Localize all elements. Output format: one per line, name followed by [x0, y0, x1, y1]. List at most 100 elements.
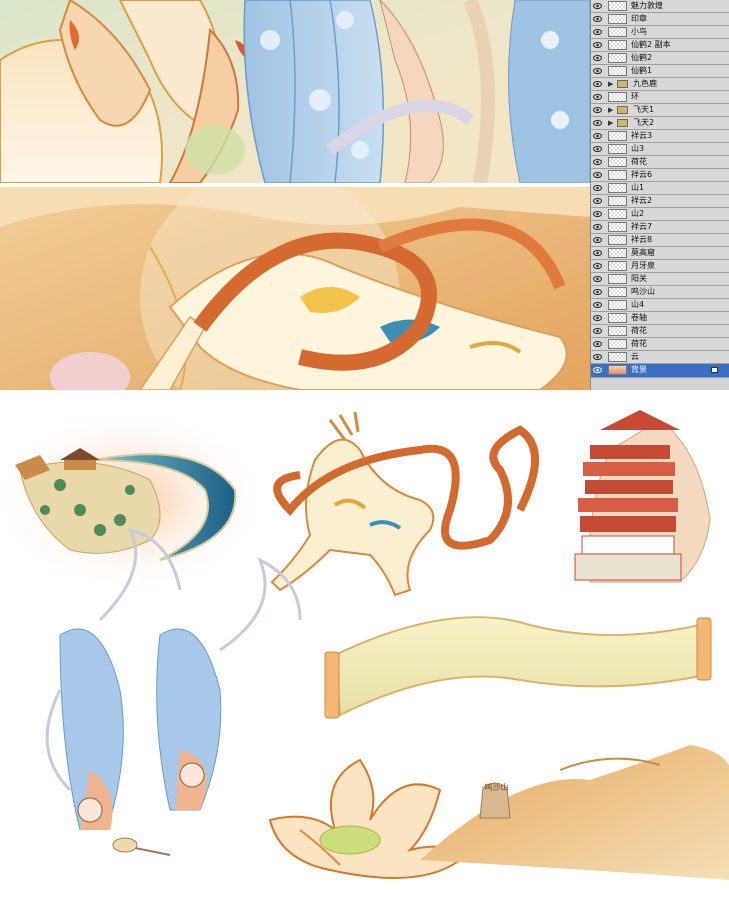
layer-name: 背景: [631, 365, 647, 374]
layer-name: 月牙泉: [631, 261, 655, 270]
artwork-crop-deer: [0, 187, 590, 390]
visibility-eye-icon[interactable]: [593, 197, 602, 205]
visibility-eye-icon[interactable]: [593, 171, 602, 179]
layer-thumbnail: [608, 274, 627, 284]
layer-thumbnail: [608, 1, 627, 11]
expand-triangle-icon[interactable]: ▶: [608, 119, 615, 128]
layer-row-19[interactable]: 祥云8: [591, 234, 729, 247]
layer-row-12[interactable]: 山3: [591, 143, 729, 156]
layer-row-8[interactable]: 环: [591, 91, 729, 104]
layer-row-1[interactable]: 魅力敦煌: [591, 0, 729, 13]
visibility-eye-icon[interactable]: [593, 184, 602, 192]
visibility-eye-icon[interactable]: [593, 54, 602, 62]
layer-group-row-2[interactable]: ▶ 飞天1: [591, 104, 729, 117]
layer-thumbnail: [608, 144, 627, 154]
visibility-eye-icon[interactable]: [593, 262, 602, 270]
layer-row-25[interactable]: 卷轴: [591, 312, 729, 325]
layer-row-24[interactable]: 山4: [591, 299, 729, 312]
visibility-eye-icon[interactable]: [593, 158, 602, 166]
layer-thumbnail: [608, 40, 627, 50]
visibility-eye-icon[interactable]: [593, 353, 602, 361]
layer-name: 山4: [631, 300, 645, 309]
layer-name: 祥云3: [631, 131, 653, 140]
visibility-eye-icon[interactable]: [593, 80, 602, 88]
layer-thumbnail: [608, 261, 627, 271]
layer-row-27[interactable]: 荷花: [591, 338, 729, 351]
visibility-eye-icon[interactable]: [593, 366, 602, 374]
layer-thumbnail: [608, 157, 627, 167]
visibility-eye-icon[interactable]: [593, 210, 602, 218]
folder-icon: [617, 119, 628, 127]
visibility-eye-icon[interactable]: [593, 28, 602, 36]
expand-triangle-icon[interactable]: ▶: [608, 106, 615, 115]
layer-name: 九色鹿: [633, 79, 657, 88]
layer-row-26[interactable]: 荷花: [591, 325, 729, 338]
folder-icon: [617, 80, 628, 88]
visibility-eye-icon[interactable]: [593, 275, 602, 283]
layer-name: 鸣沙山: [631, 287, 655, 296]
visibility-eye-icon[interactable]: [593, 2, 602, 10]
artwork-crop-top: [0, 0, 590, 183]
visibility-eye-icon[interactable]: [593, 314, 602, 322]
layer-row-15[interactable]: 山1: [591, 182, 729, 195]
layer-name: 仙鹤2: [631, 53, 653, 62]
layer-row-23[interactable]: 鸣沙山: [591, 286, 729, 299]
visibility-eye-icon[interactable]: [593, 41, 602, 49]
layer-thumbnail: [608, 66, 627, 76]
visibility-eye-icon[interactable]: [593, 223, 602, 231]
folder-icon: [617, 106, 628, 114]
sand-dune-element: [420, 745, 729, 880]
layer-thumbnail: [608, 14, 627, 24]
visibility-eye-icon[interactable]: [593, 327, 602, 335]
layer-thumbnail: [608, 287, 627, 297]
visibility-eye-icon[interactable]: [593, 119, 602, 127]
layer-row-4[interactable]: 仙鹤2 副本: [591, 39, 729, 52]
layer-row-22[interactable]: 阳关: [591, 273, 729, 286]
layer-name: 飞天1: [633, 105, 655, 114]
layer-row-18[interactable]: 祥云7: [591, 221, 729, 234]
layer-group-row-1[interactable]: ▶ 九色鹿: [591, 78, 729, 91]
visibility-eye-icon[interactable]: [593, 145, 602, 153]
visibility-eye-icon[interactable]: [593, 288, 602, 296]
layer-thumbnail: [608, 92, 627, 102]
visibility-eye-icon[interactable]: [593, 249, 602, 257]
visibility-eye-icon[interactable]: [593, 106, 602, 114]
visibility-eye-icon[interactable]: [593, 301, 602, 309]
visibility-eye-icon[interactable]: [593, 340, 602, 348]
layer-group-row-3[interactable]: ▶ 飞天2: [591, 117, 729, 130]
visibility-eye-icon[interactable]: [593, 15, 602, 23]
layer-row-16[interactable]: 祥云2: [591, 195, 729, 208]
layer-row-5[interactable]: 仙鹤2: [591, 52, 729, 65]
layer-name: 山3: [631, 144, 645, 153]
layer-name: 荷花: [631, 339, 647, 348]
layer-row-14[interactable]: 祥云6: [591, 169, 729, 182]
layer-thumbnail: [608, 313, 627, 323]
layer-row-3[interactable]: 小鸟: [591, 26, 729, 39]
layer-row-2[interactable]: 印章: [591, 13, 729, 26]
layer-row-6[interactable]: 仙鹤1: [591, 65, 729, 78]
layer-row-28[interactable]: 云: [591, 351, 729, 364]
layer-name: 卷轴: [631, 313, 647, 322]
layer-row-11[interactable]: 祥云3: [591, 130, 729, 143]
layer-name: 仙鹤2 副本: [631, 40, 671, 49]
layer-row-13[interactable]: 荷花: [591, 156, 729, 169]
layer-row-17[interactable]: 山2: [591, 208, 729, 221]
layer-row-21[interactable]: 月牙泉: [591, 260, 729, 273]
visibility-eye-icon[interactable]: [593, 236, 602, 244]
visibility-eye-icon[interactable]: [593, 93, 602, 101]
layer-row-background[interactable]: 背景: [591, 364, 729, 378]
layer-name: 魅力敦煌: [631, 1, 663, 10]
visibility-eye-icon[interactable]: [593, 132, 602, 140]
layer-name: 山2: [631, 209, 645, 218]
layer-thumbnail: [608, 183, 627, 193]
layer-name: 祥云8: [631, 235, 653, 244]
expand-triangle-icon[interactable]: ▶: [608, 80, 615, 89]
layer-row-20[interactable]: 莫高窟: [591, 247, 729, 260]
layer-name: 荷花: [631, 157, 647, 166]
layer-name: 小鸟: [631, 27, 647, 36]
visibility-eye-icon[interactable]: [593, 67, 602, 75]
scroll-element: [324, 616, 712, 719]
layer-thumbnail: [608, 27, 627, 37]
layer-name: 祥云7: [631, 222, 653, 231]
layer-thumbnail: [608, 248, 627, 258]
